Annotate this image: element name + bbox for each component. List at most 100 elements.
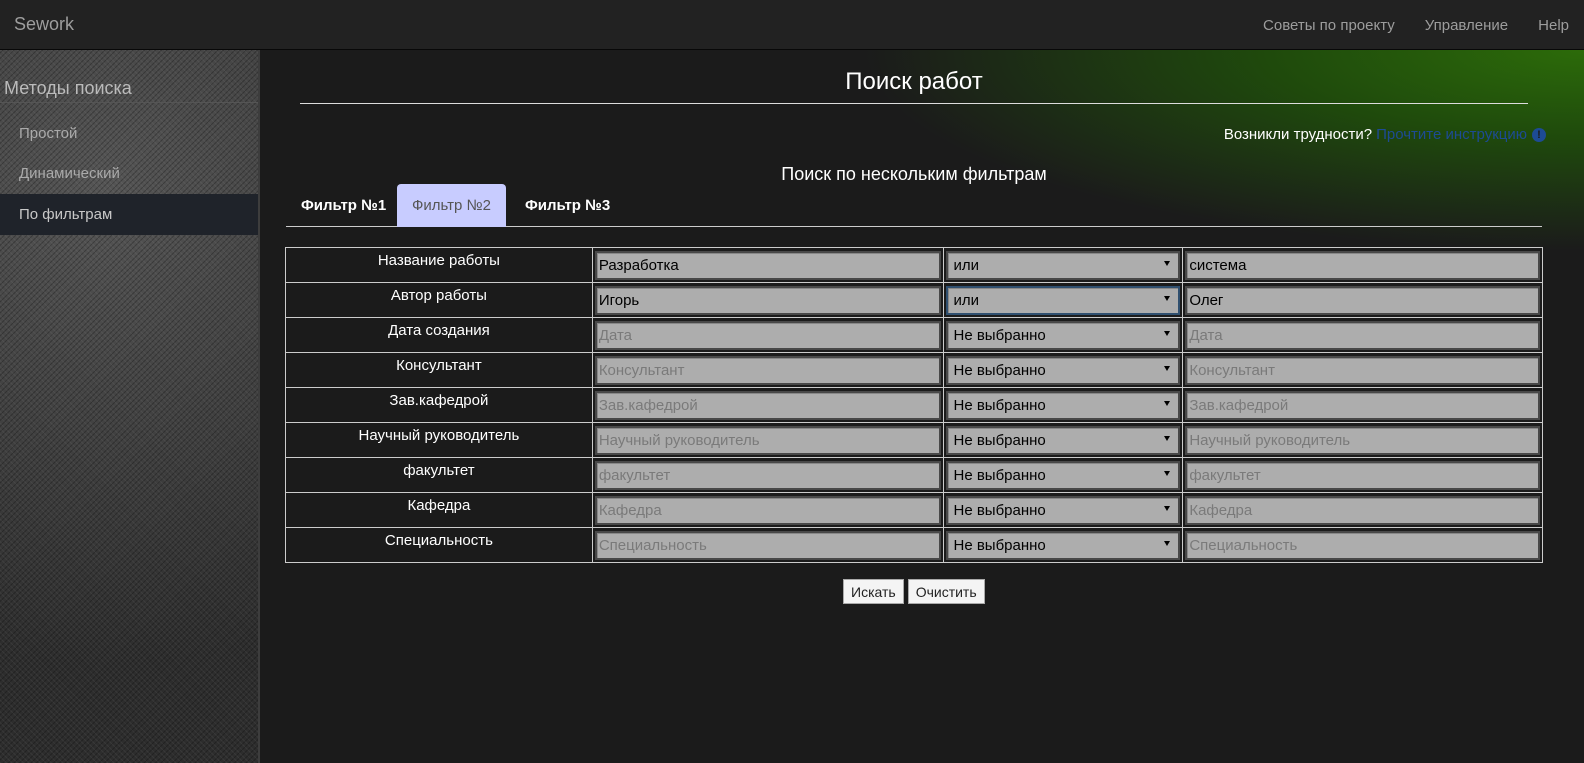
operator-select-value[interactable]: Не выбранно — [946, 355, 1181, 385]
instructions-link[interactable]: Прочтите инструкцию — [1376, 126, 1527, 143]
operator-cell: Не выбранно — [943, 422, 1184, 458]
operator-select[interactable]: Не выбранно — [946, 530, 1181, 560]
filter-value-input[interactable] — [594, 250, 942, 280]
filter-value-input[interactable] — [594, 530, 942, 560]
value2-cell — [1182, 282, 1543, 318]
filter-tabs: Фильтр №1 Фильтр №2 Фильтр №3 — [286, 184, 1542, 227]
nav-link-management[interactable]: Управление — [1410, 17, 1523, 34]
value-cell — [591, 317, 945, 353]
chevron-down-icon — [1164, 330, 1171, 336]
value2-cell — [1182, 387, 1543, 423]
value-cell — [591, 492, 945, 528]
operator-cell: Не выбранно — [943, 387, 1184, 423]
nav-link-help[interactable]: Help — [1523, 17, 1584, 34]
field-label-text: Научный руководитель — [358, 427, 520, 444]
filter-value2-input[interactable] — [1185, 530, 1540, 560]
field-label: Дата создания — [285, 317, 593, 353]
value2-cell — [1182, 527, 1543, 563]
main-content: Поиск работ Возникли трудности? Прочтите… — [262, 50, 1584, 763]
operator-select-value[interactable]: Не выбранно — [946, 460, 1181, 490]
operator-select[interactable]: Не выбранно — [946, 390, 1181, 420]
filter-value-input[interactable] — [594, 355, 942, 385]
operator-select[interactable]: Не выбранно — [946, 320, 1181, 350]
filter-value-input[interactable] — [594, 390, 942, 420]
field-label-text: Кафедра — [407, 497, 471, 514]
value-cell — [591, 527, 945, 563]
operator-cell: или — [943, 282, 1184, 318]
value-cell — [591, 457, 945, 493]
field-label-text: Автор работы — [390, 287, 487, 304]
table-row: Консультант Не выбранно — [285, 352, 1543, 388]
chevron-down-icon — [1164, 435, 1171, 441]
table-row: Научный руководитель Не выбранно — [285, 422, 1543, 458]
tab-filter-1[interactable]: Фильтр №1 — [286, 184, 401, 227]
operator-select[interactable]: Не выбранно — [946, 425, 1181, 455]
filter-value2-input[interactable] — [1185, 460, 1540, 490]
operator-select[interactable]: Не выбранно — [946, 495, 1181, 525]
value-cell — [591, 247, 945, 283]
value-cell — [591, 422, 945, 458]
filter-value-input[interactable] — [594, 285, 942, 315]
filter-value2-input[interactable] — [1185, 320, 1540, 350]
operator-select-value[interactable]: Не выбранно — [946, 530, 1181, 560]
field-label: Зав.кафедрой — [285, 387, 593, 423]
field-label-text: Специальность — [384, 532, 493, 549]
nav-link-project-tips[interactable]: Советы по проекту — [1248, 17, 1410, 34]
filter-value2-input[interactable] — [1185, 425, 1540, 455]
operator-select[interactable]: или — [946, 285, 1181, 315]
sidebar-item-simple[interactable]: Простой — [0, 113, 258, 154]
operator-select[interactable]: Не выбранно — [946, 355, 1181, 385]
filter-value2-input[interactable] — [1185, 390, 1540, 420]
filter-table: Название работы или Автор работы или Дата со… — [285, 247, 1543, 563]
filter-value-input[interactable] — [594, 320, 942, 350]
operator-cell: Не выбранно — [943, 527, 1184, 563]
sidebar-title: Методы поиска — [4, 78, 132, 98]
operator-select-value[interactable]: или — [946, 250, 1181, 280]
search-button[interactable]: Искать — [843, 579, 904, 604]
filter-value-input[interactable] — [594, 495, 942, 525]
field-label-text: факультет — [403, 462, 475, 479]
operator-select-value[interactable]: Не выбранно — [946, 425, 1181, 455]
field-label: Название работы — [285, 247, 593, 283]
filter-value2-input[interactable] — [1185, 355, 1540, 385]
value2-cell — [1182, 457, 1543, 493]
chevron-down-icon — [1164, 260, 1171, 266]
filter-value2-input[interactable] — [1185, 495, 1540, 525]
action-buttons: Искать Очистить — [843, 579, 985, 604]
tab-filter-2[interactable]: Фильтр №2 — [397, 184, 506, 227]
operator-select-value[interactable]: или — [946, 285, 1181, 315]
operator-cell: Не выбранно — [943, 352, 1184, 388]
filter-value-input[interactable] — [594, 425, 942, 455]
table-row: факультет Не выбранно — [285, 457, 1543, 493]
brand-logo[interactable]: Sework — [14, 14, 74, 35]
help-line: Возникли трудности? Прочтите инструкцию … — [1224, 126, 1546, 143]
tab-filter-3[interactable]: Фильтр №3 — [510, 184, 625, 227]
table-row: Кафедра Не выбранно — [285, 492, 1543, 528]
operator-cell: Не выбранно — [943, 457, 1184, 493]
operator-select-value[interactable]: Не выбранно — [946, 320, 1181, 350]
field-label: Специальность — [285, 527, 593, 563]
section-subtitle: Поиск по нескольким фильтрам — [781, 164, 1047, 184]
operator-cell: Не выбранно — [943, 317, 1184, 353]
field-label-text: Дата создания — [388, 322, 490, 339]
field-label: Кафедра — [285, 492, 593, 528]
value2-cell — [1182, 422, 1543, 458]
info-icon[interactable]: ! — [1532, 127, 1546, 142]
filter-value2-input[interactable] — [1185, 285, 1540, 315]
chevron-down-icon — [1164, 540, 1171, 546]
title-divider — [300, 103, 1528, 104]
clear-button[interactable]: Очистить — [907, 579, 985, 604]
filter-value2-input[interactable] — [1185, 250, 1540, 280]
field-label-text: Зав.кафедрой — [389, 392, 489, 409]
operator-select-value[interactable]: Не выбранно — [946, 390, 1181, 420]
value-cell — [591, 282, 945, 318]
operator-cell: или — [943, 247, 1184, 283]
operator-select[interactable]: или — [946, 250, 1181, 280]
table-row: Зав.кафедрой Не выбранно — [285, 387, 1543, 423]
operator-select-value[interactable]: Не выбранно — [946, 495, 1181, 525]
sidebar-item-filters[interactable]: По фильтрам — [0, 194, 258, 235]
operator-select[interactable]: Не выбранно — [946, 460, 1181, 490]
table-row: Название работы или — [285, 247, 1543, 283]
filter-value-input[interactable] — [594, 460, 942, 490]
sidebar-item-dynamic[interactable]: Динамический — [0, 153, 258, 194]
